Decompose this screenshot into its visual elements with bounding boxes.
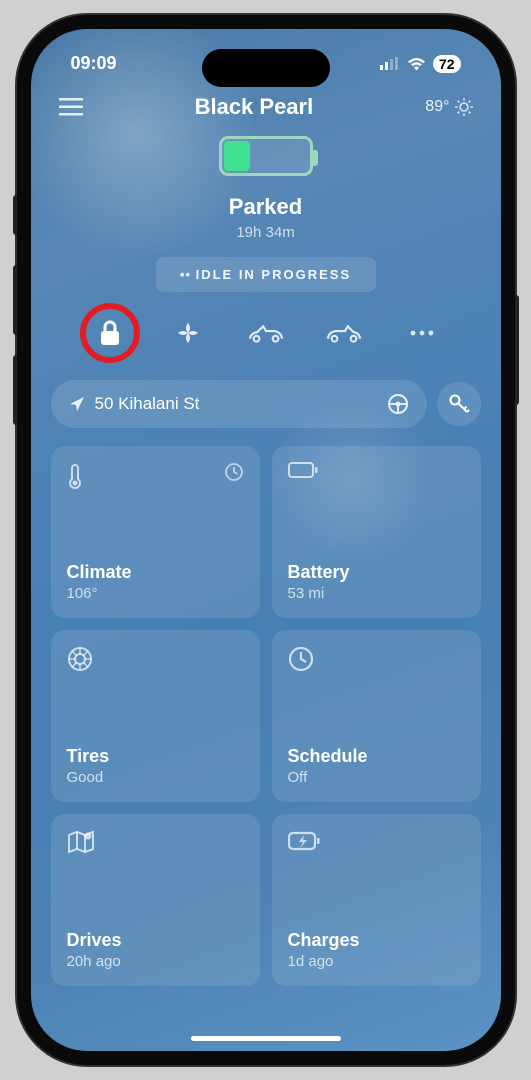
climate-button[interactable] <box>169 314 207 352</box>
tile-climate[interactable]: Climate106° <box>51 446 260 618</box>
tile-schedule[interactable]: ScheduleOff <box>272 630 481 802</box>
clock-icon <box>288 646 465 672</box>
more-actions-button[interactable] <box>403 314 441 352</box>
status-battery: 72 <box>433 55 461 73</box>
vehicle-state: Parked <box>31 194 501 220</box>
lock-button[interactable] <box>91 314 129 352</box>
sun-icon <box>455 98 473 116</box>
vehicle-state-duration: 19h 34m <box>31 224 501 241</box>
tire-icon <box>67 646 244 672</box>
thermometer-icon <box>67 462 244 490</box>
car-battery-level <box>31 136 501 176</box>
tile-drives[interactable]: Drives20h ago <box>51 814 260 986</box>
location-pill[interactable]: 50 Kihalani St <box>51 380 427 428</box>
charge-icon <box>288 830 465 852</box>
wifi-icon <box>407 57 426 71</box>
menu-icon[interactable] <box>59 98 83 116</box>
clock-icon <box>224 462 244 482</box>
tiles-grid: Climate106° Battery53 mi TiresGood Sched… <box>31 428 501 986</box>
phone-frame: 09:09 72 Black Pearl 89° <box>17 15 515 1065</box>
quick-actions-row <box>31 314 501 352</box>
status-time: 09:09 <box>71 53 117 74</box>
cellular-icon <box>380 57 400 70</box>
trunk-button[interactable] <box>325 314 363 352</box>
steering-wheel-icon[interactable] <box>387 393 409 415</box>
tile-battery[interactable]: Battery53 mi <box>272 446 481 618</box>
car-name-title: Black Pearl <box>83 94 426 120</box>
map-icon <box>67 830 244 854</box>
dynamic-island <box>202 49 330 87</box>
screen: 09:09 72 Black Pearl 89° <box>31 29 501 1051</box>
tile-charges[interactable]: Charges1d ago <box>272 814 481 986</box>
location-arrow-icon <box>69 396 85 412</box>
tile-tires[interactable]: TiresGood <box>51 630 260 802</box>
home-indicator[interactable] <box>191 1036 341 1041</box>
key-button[interactable] <box>437 382 481 426</box>
frunk-button[interactable] <box>247 314 285 352</box>
battery-icon <box>288 462 465 478</box>
location-address: 50 Kihalani St <box>95 394 200 414</box>
idle-badge[interactable]: IDLE IN PROGRESS <box>156 257 376 292</box>
weather-temp[interactable]: 89° <box>425 98 472 116</box>
